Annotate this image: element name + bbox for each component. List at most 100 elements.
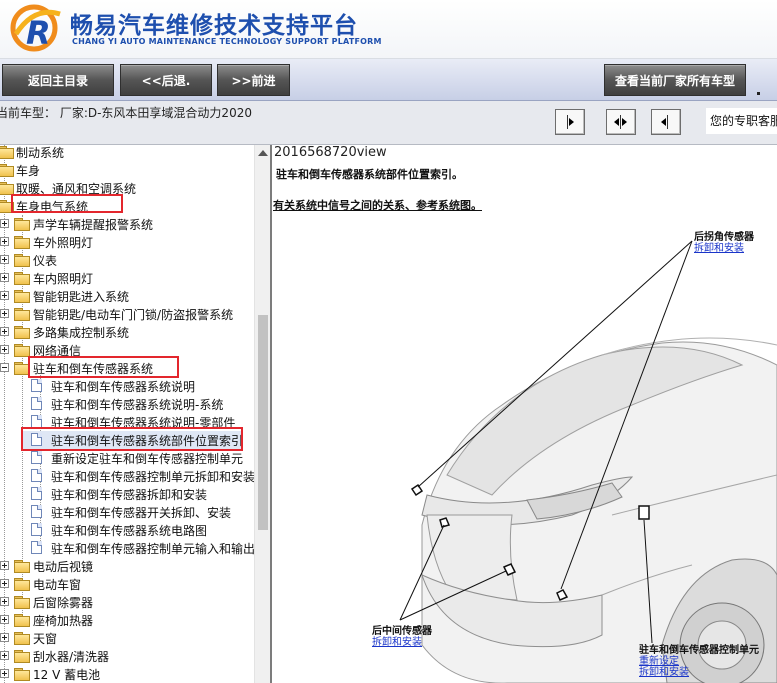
toolbar: 返回主目录 <<后退. >>前进 查看当前厂家所有车型 bbox=[0, 59, 777, 101]
expand-icon[interactable] bbox=[0, 561, 9, 570]
tree-doc-description-system[interactable]: 驻车和倒车传感器系统说明-系统 bbox=[0, 395, 256, 413]
expand-icon[interactable] bbox=[0, 633, 9, 642]
system-diagram-link[interactable]: 有关系统中信号之间的关系、参考系统图。 bbox=[273, 197, 482, 213]
expand-icon[interactable] bbox=[0, 219, 9, 228]
tree-item-multiplex[interactable]: 多路集成控制系统 bbox=[0, 323, 256, 341]
tree-item-parking-sensor-system[interactable]: 驻车和倒车传感器系统 bbox=[0, 359, 256, 377]
tree-scrollbar[interactable] bbox=[254, 145, 270, 683]
folder-icon bbox=[0, 164, 14, 177]
document-icon bbox=[31, 433, 42, 446]
tree-item-rear-defogger[interactable]: 后窗除雾器 bbox=[0, 593, 256, 611]
tree-doc-reset-control-unit[interactable]: 重新设定驻车和倒车传感器控制单元 bbox=[0, 449, 256, 467]
tree-item-network[interactable]: 网络通信 bbox=[0, 341, 256, 359]
expand-icon[interactable] bbox=[0, 237, 9, 246]
document-icon bbox=[31, 397, 42, 410]
expand-icon[interactable] bbox=[0, 309, 9, 318]
brand-title: 畅易汽车维修技术支持平台 bbox=[70, 13, 358, 39]
expand-icon[interactable] bbox=[0, 273, 9, 282]
car-rear-illustration bbox=[399, 240, 777, 683]
tree-doc-switch-removal[interactable]: 驻车和倒车传感器开关拆卸、安装 bbox=[0, 503, 256, 521]
tree-item-power-mirrors[interactable]: 电动后视镜 bbox=[0, 557, 256, 575]
document-icon bbox=[31, 541, 42, 554]
folder-icon bbox=[14, 578, 30, 591]
folder-icon bbox=[14, 596, 30, 609]
tree-doc-component-location-index[interactable]: 驻车和倒车传感器系统部件位置索引 bbox=[22, 431, 242, 449]
document-icon bbox=[31, 451, 42, 464]
tree-item-exterior-lights[interactable]: 车外照明灯 bbox=[0, 233, 256, 251]
tree-doc-control-unit-io[interactable]: 驻车和倒车传感器控制单元输入和输出 bbox=[0, 539, 256, 557]
expand-icon[interactable] bbox=[0, 255, 9, 264]
document-icon bbox=[31, 379, 42, 392]
control-unit-removal-link[interactable]: 拆卸和安装 bbox=[639, 667, 759, 678]
collapse-icon[interactable] bbox=[0, 363, 9, 372]
folder-icon bbox=[14, 272, 30, 285]
folder-icon bbox=[14, 236, 30, 249]
arrow-right-icon bbox=[567, 115, 574, 129]
scrollbar-thumb[interactable] bbox=[258, 315, 268, 530]
expand-icon[interactable] bbox=[0, 291, 9, 300]
collapse-right-button[interactable] bbox=[651, 109, 681, 135]
forward-button[interactable]: >>前进 bbox=[217, 64, 290, 96]
scroll-up-icon[interactable] bbox=[258, 150, 268, 156]
brand-logo-icon: R bbox=[10, 4, 61, 52]
expand-icon[interactable] bbox=[0, 651, 9, 660]
all-models-button[interactable]: 查看当前厂家所有车型 bbox=[604, 64, 746, 96]
tree-item-body-electrical[interactable]: 车身电气系统 bbox=[0, 197, 256, 215]
expand-icon[interactable] bbox=[0, 597, 9, 606]
expand-icon[interactable] bbox=[0, 615, 9, 624]
expand-icon[interactable] bbox=[0, 327, 9, 336]
tree-item-smart-entry[interactable]: 智能钥匙进入系统 bbox=[0, 287, 256, 305]
document-icon bbox=[31, 505, 42, 518]
model-info-bar: 当前车型： 厂家:D-东风本田享域混合动力2020 您的专职客服 bbox=[0, 101, 777, 145]
folder-icon bbox=[14, 326, 30, 339]
tree-item-wipers-washers[interactable]: 刮水器/清洗器 bbox=[0, 647, 256, 665]
document-icon bbox=[31, 415, 42, 428]
arrow-left-icon bbox=[661, 115, 668, 129]
folder-icon bbox=[14, 650, 30, 663]
document-icon bbox=[31, 469, 42, 482]
folder-icon bbox=[14, 668, 30, 681]
tree-item-power-windows[interactable]: 电动车窗 bbox=[0, 575, 256, 593]
rear-center-removal-link[interactable]: 拆卸和安装 bbox=[372, 637, 432, 648]
tree-item-seat-heaters[interactable]: 座椅加热器 bbox=[0, 611, 256, 629]
split-view-button[interactable] bbox=[606, 109, 636, 135]
expand-icon[interactable] bbox=[0, 345, 9, 354]
folder-open-icon bbox=[14, 362, 30, 375]
svg-text:R: R bbox=[26, 14, 51, 52]
folder-icon bbox=[14, 218, 30, 231]
tree-item-smart-key-locks[interactable]: 智能钥匙/电动车门门锁/防盗报警系统 bbox=[0, 305, 256, 323]
tree-doc-description-parts[interactable]: 驻车和倒车传感器系统说明-零部件 bbox=[0, 413, 256, 431]
tree-doc-circuit-diagram[interactable]: 驻车和倒车传感器系统电路图 bbox=[0, 521, 256, 539]
expand-icon[interactable] bbox=[0, 669, 9, 678]
callout-control-unit: 驻车和倒车传感器控制单元 重新设定 拆卸和安装 bbox=[639, 645, 759, 678]
brand-subtitle: CHANG YI AUTO MAINTENANCE TECHNOLOGY SUP… bbox=[72, 37, 382, 46]
category-tree: 制动系统 车身 取暖、通风和空调系统 车身电气系统 声学车辆提醒报警系统 车外照… bbox=[0, 145, 270, 683]
document-title: 驻车和倒车传感器系统部件位置索引。 bbox=[276, 168, 463, 181]
home-button[interactable]: 返回主目录 bbox=[2, 64, 114, 96]
expand-icon[interactable] bbox=[0, 579, 9, 588]
document-icon bbox=[31, 523, 42, 536]
tree-item-interior-lights[interactable]: 车内照明灯 bbox=[0, 269, 256, 287]
tree-item-brakes[interactable]: 制动系统 bbox=[0, 145, 256, 161]
tree-item-acoustic-alert[interactable]: 声学车辆提醒报警系统 bbox=[0, 215, 256, 233]
customer-service-text: 您的专职客服 bbox=[706, 108, 777, 134]
rear-corner-removal-link[interactable]: 拆卸和安装 bbox=[694, 243, 754, 254]
folder-icon bbox=[14, 308, 30, 321]
folder-icon bbox=[14, 290, 30, 303]
folder-icon bbox=[14, 344, 30, 357]
control-unit-reset-link[interactable]: 重新设定 bbox=[639, 656, 759, 667]
document-id: 2016568720view bbox=[274, 145, 387, 160]
collapse-left-button[interactable] bbox=[555, 109, 585, 135]
tree-item-gauges[interactable]: 仪表 bbox=[0, 251, 256, 269]
tree-item-12v-battery[interactable]: 12 V 蓄电池 bbox=[0, 665, 256, 683]
toolbar-dot bbox=[757, 92, 760, 95]
current-model-text: 当前车型： 厂家:D-东风本田享域混合动力2020 bbox=[0, 106, 252, 120]
tree-item-sunroof[interactable]: 天窗 bbox=[0, 629, 256, 647]
app-window: R 畅易汽车维修技术支持平台 CHANG YI AUTO MAINTENANCE… bbox=[0, 0, 777, 683]
tree-doc-control-unit-removal[interactable]: 驻车和倒车传感器控制单元拆卸和安装 bbox=[0, 467, 256, 485]
tree-item-hvac[interactable]: 取暖、通风和空调系统 bbox=[0, 179, 256, 197]
back-button[interactable]: <<后退. bbox=[120, 64, 212, 96]
tree-doc-system-description[interactable]: 驻车和倒车传感器系统说明 bbox=[0, 377, 256, 395]
tree-doc-sensor-removal[interactable]: 驻车和倒车传感器拆卸和安装 bbox=[0, 485, 256, 503]
tree-item-body[interactable]: 车身 bbox=[0, 161, 256, 179]
